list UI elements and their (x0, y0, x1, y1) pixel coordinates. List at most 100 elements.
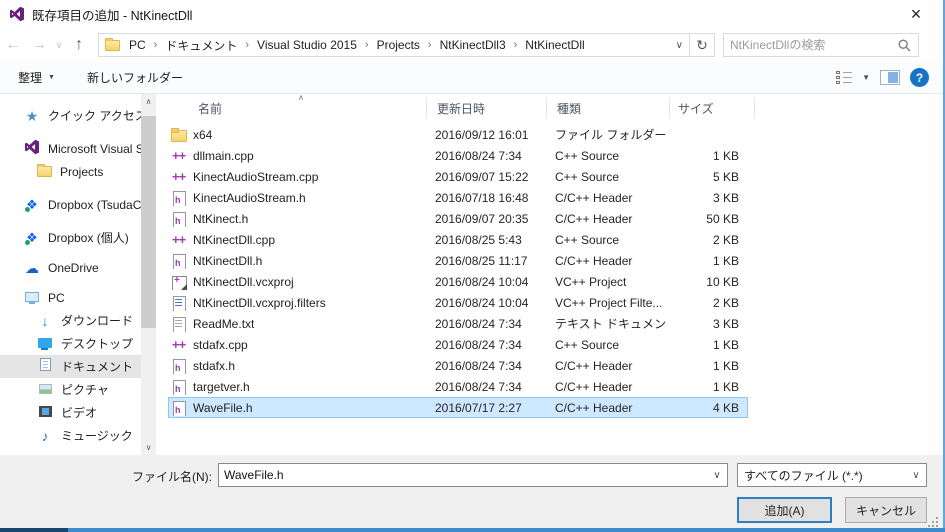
file-size-cell: 10 KB (669, 275, 745, 289)
file-name-cell: NtKinectDll.cpp (169, 232, 426, 248)
picture-icon (37, 382, 53, 398)
sidebar-item-music[interactable]: ♪ ミュージック (0, 424, 156, 447)
resize-grip-icon[interactable] (928, 517, 938, 527)
file-name-cell: NtKinectDll.vcxproj (169, 274, 426, 290)
add-button[interactable]: 追加(A) (737, 497, 832, 523)
sidebar-item-downloads[interactable]: ↓ ダウンロード (0, 309, 156, 332)
change-view-icon[interactable] (836, 71, 852, 85)
film-icon (37, 405, 53, 421)
sidebar-item-quick-access[interactable]: ★ クイック アクセス (0, 104, 156, 127)
table-row[interactable]: stdafx.h 2016/08/24 7:34 C/C++ Header 1 … (168, 355, 748, 376)
sidebar-item-desktop[interactable]: デスクトップ (0, 332, 156, 355)
up-button[interactable]: ↑ (66, 33, 92, 57)
address-dropdown-button[interactable]: ∨ (676, 40, 683, 51)
chevron-down-icon: ∨ (676, 40, 683, 51)
chevron-down-icon: ∨ (906, 470, 926, 481)
help-button[interactable]: ? (910, 68, 929, 87)
sidebar-item-videos[interactable]: ビデオ (0, 401, 156, 424)
file-type-icon (171, 274, 187, 290)
file-list: x64 2016/09/12 16:01 ファイル フォルダー dllmain.… (156, 124, 943, 418)
back-button[interactable]: ← (0, 33, 26, 57)
file-type-icon (171, 358, 187, 374)
cancel-button[interactable]: キャンセル (845, 497, 927, 523)
close-icon: × (911, 4, 922, 25)
table-row[interactable]: WaveFile.h 2016/07/17 2:27 C/C++ Header … (168, 397, 748, 418)
page-title: 既存項目の追加 - NtKinectDll (32, 5, 192, 24)
file-date-cell: 2016/08/24 7:34 (426, 380, 546, 394)
file-date-cell: 2016/08/25 5:43 (426, 233, 546, 247)
sidebar-item-visual-studio[interactable]: Microsoft Visual S (0, 137, 156, 160)
file-kind-cell: C/C++ Header (546, 254, 669, 268)
organize-button[interactable]: 整理 ▼ (8, 62, 65, 93)
file-size-cell: 2 KB (669, 296, 745, 310)
table-row[interactable]: dllmain.cpp 2016/08/24 7:34 C++ Source 1… (168, 145, 748, 166)
forward-button[interactable]: → (26, 33, 52, 57)
file-date-cell: 2016/07/18 16:48 (426, 191, 546, 205)
file-kind-cell: C/C++ Header (546, 212, 669, 226)
sidebar-item-documents[interactable]: ドキュメント (0, 355, 156, 378)
chevron-down-icon[interactable]: ∨ (707, 470, 727, 481)
table-row[interactable]: KinectAudioStream.h 2016/07/18 16:48 C/C… (168, 187, 748, 208)
address-bar[interactable]: PC › ドキュメント › Visual Studio 2015 › Proje… (98, 33, 690, 57)
file-name-cell: WaveFile.h (169, 400, 426, 416)
help-icon: ? (916, 71, 923, 85)
breadcrumb-item-pc[interactable]: PC (127, 38, 148, 52)
music-note-icon: ♪ (37, 428, 53, 444)
recent-locations-button[interactable]: ∨ (52, 40, 66, 51)
file-type-icon (171, 253, 187, 269)
sidebar-item-onedrive[interactable]: ☁ OneDrive (0, 256, 156, 279)
column-header-type[interactable]: 種類 (547, 98, 670, 118)
breadcrumb-item-projects[interactable]: Projects (375, 38, 422, 52)
window: { "window": { "title": "既存項目の追加 - NtKine… (0, 0, 945, 532)
sidebar-item-dropbox-personal[interactable]: ❖ Dropbox (個人) (0, 226, 156, 249)
table-row[interactable]: stdafx.cpp 2016/08/24 7:34 C++ Source 1 … (168, 334, 748, 355)
preview-pane-icon[interactable] (880, 70, 900, 85)
view-options-dropdown[interactable]: ▼ (862, 73, 870, 82)
file-type-icon (171, 337, 187, 353)
breadcrumb-item-ntkinectdll3[interactable]: NtKinectDll3 (438, 38, 508, 52)
breadcrumb-item-vs2015[interactable]: Visual Studio 2015 (255, 38, 359, 52)
new-folder-button[interactable]: 新しいフォルダー (77, 62, 193, 93)
table-row[interactable]: NtKinectDll.vcxproj.filters 2016/08/24 1… (168, 292, 748, 313)
sidebar-item-projects[interactable]: Projects (0, 160, 156, 183)
filename-label: ファイル名(N): (130, 468, 212, 485)
refresh-button[interactable]: ↻ (690, 33, 715, 57)
table-row[interactable]: ReadMe.txt 2016/08/24 7:34 テキスト ドキュメント 3… (168, 313, 748, 334)
column-header-date[interactable]: 更新日時 (427, 98, 547, 118)
table-row[interactable]: NtKinectDll.cpp 2016/08/25 5:43 C++ Sour… (168, 229, 748, 250)
breadcrumb-item-ntkinectdll[interactable]: NtKinectDll (523, 38, 586, 52)
breadcrumb-separator-icon: › (508, 39, 524, 51)
navigation-bar: ← → ∨ ↑ PC › ドキュメント › Visual Studio 2015… (0, 28, 943, 62)
filename-input[interactable] (224, 468, 707, 482)
table-row[interactable]: NtKinect.h 2016/09/07 20:35 C/C++ Header… (168, 208, 748, 229)
table-row[interactable]: targetver.h 2016/08/24 7:34 C/C++ Header… (168, 376, 748, 397)
sidebar-item-pc[interactable]: PC (0, 286, 156, 309)
breadcrumb-separator-icon: › (422, 39, 438, 51)
file-kind-cell: テキスト ドキュメント (546, 315, 669, 332)
table-row[interactable]: KinectAudioStream.cpp 2016/09/07 15:22 C… (168, 166, 748, 187)
scroll-down-icon[interactable]: ∨ (141, 440, 156, 455)
file-type-icon (171, 316, 187, 332)
table-row[interactable]: NtKinectDll.h 2016/08/25 11:17 C/C++ Hea… (168, 250, 748, 271)
column-header-size[interactable]: サイズ (670, 98, 755, 118)
table-row[interactable]: NtKinectDll.vcxproj 2016/08/24 10:04 VC+… (168, 271, 748, 292)
sidebar-scrollbar[interactable]: ∧ ∨ (141, 94, 156, 455)
file-date-cell: 2016/08/24 10:04 (426, 275, 546, 289)
search-input[interactable] (730, 35, 895, 55)
breadcrumb-item-documents[interactable]: ドキュメント (163, 37, 239, 54)
table-row[interactable]: x64 2016/09/12 16:01 ファイル フォルダー (168, 124, 748, 145)
file-date-cell: 2016/09/07 15:22 (426, 170, 546, 184)
dropbox-icon: ❖ (24, 230, 40, 246)
file-name-cell: x64 (169, 127, 426, 143)
file-size-cell: 2 KB (669, 233, 745, 247)
scrollbar-thumb[interactable] (141, 116, 156, 328)
scroll-up-icon[interactable]: ∧ (141, 94, 156, 109)
sidebar-item-pictures[interactable]: ピクチャ (0, 378, 156, 401)
filetype-select[interactable]: すべてのファイル (*.*) ∨ (737, 463, 927, 487)
visual-studio-icon (9, 6, 25, 22)
sidebar-item-dropbox-tsuda[interactable]: ❖ Dropbox (TsudaCC (0, 193, 156, 216)
file-date-cell: 2016/08/24 7:34 (426, 317, 546, 331)
forward-icon: → (31, 36, 47, 53)
file-name-cell: stdafx.h (169, 358, 426, 374)
close-button[interactable]: × (899, 0, 933, 28)
